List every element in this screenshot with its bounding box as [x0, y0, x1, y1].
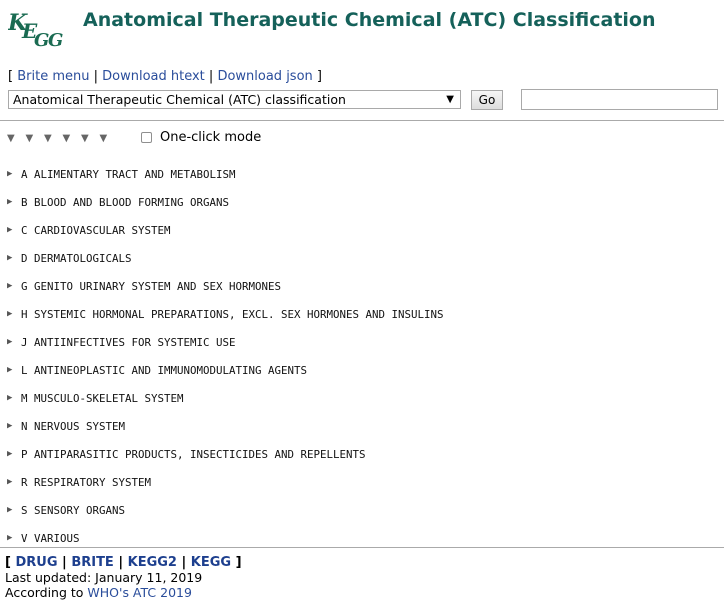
expand-level-5-icon[interactable]: ▼ [81, 133, 100, 144]
node-code: J [21, 335, 28, 349]
expand-level-6-icon[interactable]: ▼ [100, 133, 119, 144]
separator: | [204, 69, 218, 84]
tree-node[interactable]: ▶ D DERMATOLOGICALS [7, 244, 444, 272]
expand-triangle-icon[interactable]: ▶ [7, 309, 21, 319]
bracket-close: ] [312, 69, 322, 84]
node-code: S [21, 503, 28, 517]
brite-menu-link[interactable]: Brite menu [17, 69, 89, 84]
separator: | [113, 555, 128, 570]
node-label: ANTIINFECTIVES FOR SYSTEMIC USE [34, 335, 236, 349]
node-label: DERMATOLOGICALS [34, 251, 132, 265]
node-label: CARDIOVASCULAR SYSTEM [34, 223, 171, 237]
atc-tree: ▶ A ALIMENTARY TRACT AND METABOLISM ▶ B BL… [7, 160, 444, 552]
node-code: C [21, 223, 28, 237]
kegg-logo[interactable]: K E G G [8, 8, 68, 50]
go-button[interactable]: Go [471, 90, 503, 110]
tree-node[interactable]: ▶ N NERVOUS SYSTEM [7, 412, 444, 440]
one-click-label: One-click mode [160, 130, 262, 145]
node-label: ANTIPARASITIC PRODUCTS, INSECTICIDES AND… [34, 447, 366, 461]
expand-triangle-icon[interactable]: ▶ [7, 365, 21, 375]
node-code: A [21, 167, 28, 181]
download-htext-link[interactable]: Download htext [102, 69, 205, 84]
tree-node[interactable]: ▶ G GENITO URINARY SYSTEM AND SEX HORMONE… [7, 272, 444, 300]
one-click-checkbox[interactable] [141, 132, 152, 143]
node-label: ALIMENTARY TRACT AND METABOLISM [34, 167, 236, 181]
bracket-close: ] [231, 555, 242, 570]
expand-triangle-icon[interactable]: ▶ [7, 477, 21, 487]
tree-node[interactable]: ▶ M MUSCULO-SKELETAL SYSTEM [7, 384, 444, 412]
expand-triangle-icon[interactable]: ▶ [7, 225, 21, 235]
source-note: According to WHO's ATC 2019 [5, 585, 192, 600]
node-code: L [21, 363, 28, 377]
node-code: M [21, 391, 28, 405]
expand-level-3-icon[interactable]: ▼ [44, 133, 63, 144]
node-label: GENITO URINARY SYSTEM AND SEX HORMONES [34, 279, 282, 293]
tree-node[interactable]: ▶ S SENSORY ORGANS [7, 496, 444, 524]
node-label: NERVOUS SYSTEM [34, 419, 126, 433]
hierarchy-select[interactable]: Anatomical Therapeutic Chemical (ATC) cl… [8, 90, 461, 109]
expand-level-4-icon[interactable]: ▼ [63, 133, 82, 144]
expand-level-1-icon[interactable]: ▼ [7, 133, 26, 144]
level-expand-controls: ▼ ▼ ▼ ▼ ▼ ▼ [7, 133, 118, 144]
node-code: N [21, 419, 28, 433]
node-code: R [21, 475, 28, 489]
node-label: VARIOUS [34, 531, 80, 545]
search-input[interactable] [521, 89, 718, 110]
hierarchy-select-value: Anatomical Therapeutic Chemical (ATC) cl… [13, 92, 346, 107]
expand-triangle-icon[interactable]: ▶ [7, 533, 21, 543]
last-updated-text: Last updated: January 11, 2019 [5, 570, 203, 585]
expand-triangle-icon[interactable]: ▶ [7, 337, 21, 347]
node-label: RESPIRATORY SYSTEM [34, 475, 152, 489]
node-label: MUSCULO-SKELETAL SYSTEM [34, 391, 184, 405]
bracket-open: [ [8, 69, 18, 84]
node-code: B [21, 195, 28, 209]
dropdown-arrow-icon[interactable]: ▼ [446, 91, 454, 108]
node-code: V [21, 531, 28, 545]
tree-node[interactable]: ▶ L ANTINEOPLASTIC AND IMMUNOMODULATING A… [7, 356, 444, 384]
tree-node[interactable]: ▶ A ALIMENTARY TRACT AND METABOLISM [7, 160, 444, 188]
separator: | [89, 69, 103, 84]
expand-triangle-icon[interactable]: ▶ [7, 197, 21, 207]
expand-triangle-icon[interactable]: ▶ [7, 169, 21, 179]
tree-node[interactable]: ▶ J ANTIINFECTIVES FOR SYSTEMIC USE [7, 328, 444, 356]
top-link-bar: [ Brite menu | Download htext | Download… [8, 69, 322, 84]
kegg2-link[interactable]: KEGG2 [128, 555, 177, 570]
page-title: Anatomical Therapeutic Chemical (ATC) Cl… [83, 9, 656, 31]
node-code: G [21, 279, 28, 293]
expand-level-2-icon[interactable]: ▼ [26, 133, 45, 144]
footer-link-bar: [ DRUG | BRITE | KEGG2 | KEGG ] [5, 555, 242, 570]
separator: | [176, 555, 191, 570]
separator: | [57, 555, 72, 570]
expand-triangle-icon[interactable]: ▶ [7, 281, 21, 291]
expand-triangle-icon[interactable]: ▶ [7, 393, 21, 403]
expand-triangle-icon[interactable]: ▶ [7, 253, 21, 263]
drug-link[interactable]: DRUG [15, 555, 57, 570]
tree-node[interactable]: ▶ B BLOOD AND BLOOD FORMING ORGANS [7, 188, 444, 216]
one-click-mode: One-click mode [141, 130, 261, 145]
expand-triangle-icon[interactable]: ▶ [7, 505, 21, 515]
kegg-link[interactable]: KEGG [191, 555, 231, 570]
divider [0, 120, 724, 121]
tree-node[interactable]: ▶ H SYSTEMIC HORMONAL PREPARATIONS, EXCL.… [7, 300, 444, 328]
divider [0, 547, 724, 548]
node-code: H [21, 307, 28, 321]
who-atc-link[interactable]: WHO's ATC 2019 [87, 585, 192, 600]
expand-triangle-icon[interactable]: ▶ [7, 421, 21, 431]
tree-node[interactable]: ▶ C CARDIOVASCULAR SYSTEM [7, 216, 444, 244]
source-prefix: According to [5, 585, 88, 600]
tree-node[interactable]: ▶ R RESPIRATORY SYSTEM [7, 468, 444, 496]
bracket-open: [ [5, 555, 16, 570]
expand-triangle-icon[interactable]: ▶ [7, 449, 21, 459]
node-code: D [21, 251, 28, 265]
node-label: ANTINEOPLASTIC AND IMMUNOMODULATING AGEN… [34, 363, 308, 377]
node-label: SYSTEMIC HORMONAL PREPARATIONS, EXCL. SE… [34, 307, 444, 321]
header: K E G G [8, 6, 68, 52]
svg-text:G: G [48, 30, 63, 50]
node-code: P [21, 447, 28, 461]
node-label: SENSORY ORGANS [34, 503, 126, 517]
node-label: BLOOD AND BLOOD FORMING ORGANS [34, 195, 230, 209]
download-json-link[interactable]: Download json [217, 69, 312, 84]
brite-link[interactable]: BRITE [71, 555, 114, 570]
tree-node[interactable]: ▶ P ANTIPARASITIC PRODUCTS, INSECTICIDES … [7, 440, 444, 468]
